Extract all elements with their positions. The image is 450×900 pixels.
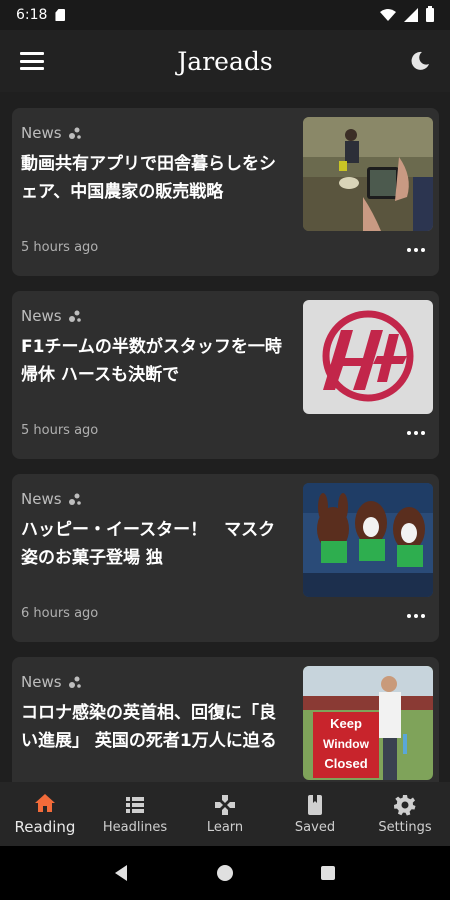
nav-label: Settings	[378, 819, 432, 835]
bookmark-icon	[308, 794, 322, 815]
wifi-icon	[380, 9, 396, 21]
more-options-icon[interactable]	[407, 248, 425, 252]
more-options-icon[interactable]	[407, 431, 425, 435]
home-icon	[35, 794, 55, 812]
nav-saved[interactable]: Saved	[270, 782, 360, 846]
article-source: News	[21, 490, 81, 508]
list-icon	[126, 796, 144, 813]
article-card[interactable]: News F1チームの半数がスタッフを一時帰休 ハースも決断で 5 hours …	[12, 291, 439, 459]
source-label: News	[21, 307, 62, 325]
article-time: 5 hours ago	[21, 240, 99, 255]
back-icon[interactable]	[112, 863, 132, 883]
bottom-navigation: Reading Headlines Learn Saved Settings	[0, 782, 450, 846]
nav-label: Reading	[14, 818, 76, 836]
article-card[interactable]: News ハッピー・イースター！ マスク姿のお菓子登場 独 6 hours ag…	[12, 474, 439, 642]
sign-text-closed: Closed	[324, 756, 367, 771]
sign-text-window: Window	[323, 737, 370, 751]
article-card[interactable]: News コロナ感染の英首相、回復に「良い進展」 英国の死者1万人に迫る Kee…	[12, 657, 439, 782]
article-source: News	[21, 307, 81, 325]
status-icons	[380, 6, 434, 22]
recents-icon[interactable]	[318, 863, 338, 883]
sd-card-icon	[55, 9, 66, 21]
nav-label: Saved	[294, 819, 336, 835]
status-bar: 6:18	[0, 0, 450, 30]
share-nodes-icon	[68, 310, 81, 322]
article-source: News	[21, 673, 81, 691]
article-thumbnail[interactable]	[303, 483, 433, 597]
article-time: 6 hours ago	[21, 606, 99, 621]
home-circle-icon[interactable]	[215, 863, 235, 883]
article-time: 5 hours ago	[21, 423, 99, 438]
system-navigation-bar	[0, 846, 450, 900]
battery-icon	[426, 6, 434, 22]
app-title: Jareads	[177, 46, 273, 76]
moon-icon[interactable]	[410, 51, 430, 71]
nav-learn[interactable]: Learn	[180, 782, 270, 846]
app-bar: Jareads	[0, 30, 450, 92]
gamepad-icon	[215, 794, 235, 815]
status-time: 6:18	[16, 7, 48, 23]
article-title[interactable]: 動画共有アプリで田舎暮らしをシェア、中国農家の販売戦略	[21, 150, 286, 206]
article-thumbnail[interactable]: Keep Window Closed	[303, 666, 433, 780]
article-thumbnail[interactable]	[303, 117, 433, 231]
article-feed[interactable]: News 動画共有アプリで田舎暮らしをシェア、中国農家の販売戦略 5 hours…	[0, 92, 450, 782]
article-title[interactable]: F1チームの半数がスタッフを一時帰休 ハースも決断で	[21, 333, 286, 389]
nav-reading[interactable]: Reading	[0, 782, 90, 846]
article-card[interactable]: News 動画共有アプリで田舎暮らしをシェア、中国農家の販売戦略 5 hours…	[12, 108, 439, 276]
nav-settings[interactable]: Settings	[360, 782, 450, 846]
nav-label: Learn	[206, 819, 244, 835]
signal-icon	[404, 8, 418, 22]
nav-label: Headlines	[102, 819, 168, 835]
article-title[interactable]: コロナ感染の英首相、回復に「良い進展」 英国の死者1万人に迫る	[21, 699, 286, 755]
source-label: News	[21, 124, 62, 142]
nav-headlines[interactable]: Headlines	[90, 782, 180, 846]
share-nodes-icon	[68, 127, 81, 139]
share-nodes-icon	[68, 676, 81, 688]
sign-text-keep: Keep	[330, 716, 362, 731]
gear-icon	[394, 794, 416, 815]
menu-icon[interactable]	[20, 52, 44, 70]
more-options-icon[interactable]	[407, 614, 425, 618]
share-nodes-icon	[68, 493, 81, 505]
article-title[interactable]: ハッピー・イースター！ マスク姿のお菓子登場 独	[21, 516, 286, 572]
source-label: News	[21, 490, 62, 508]
article-source: News	[21, 124, 81, 142]
article-thumbnail[interactable]	[303, 300, 433, 414]
source-label: News	[21, 673, 62, 691]
